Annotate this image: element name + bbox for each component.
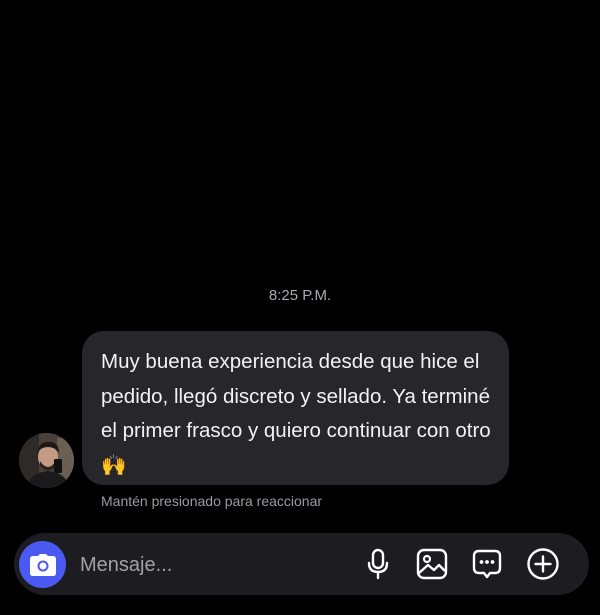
reaction-hint: Mantén presionado para reaccionar — [101, 493, 323, 509]
sticker-button[interactable] — [469, 546, 505, 582]
message-composer — [14, 533, 589, 595]
raising-hands-emoji: 🙌 — [101, 453, 127, 477]
sticker-icon — [472, 549, 502, 579]
avatar-photo — [19, 433, 74, 488]
add-button[interactable] — [525, 546, 561, 582]
add-icon — [527, 548, 559, 580]
camera-icon — [29, 553, 56, 576]
microphone-button[interactable] — [360, 546, 396, 582]
avatar[interactable] — [19, 433, 74, 488]
gallery-button[interactable] — [414, 546, 450, 582]
message-text: Muy buena experiencia desde que hice el … — [101, 350, 491, 442]
image-icon — [416, 548, 448, 580]
chat-screen: 8:25 P.M. Muy buena experiencia desde qu… — [0, 0, 600, 615]
microphone-icon — [367, 548, 389, 580]
message-input[interactable] — [78, 547, 352, 583]
camera-button[interactable] — [19, 541, 66, 588]
message-timestamp: 8:25 P.M. — [268, 287, 332, 304]
message-row: Muy buena experiencia desde que hice el … — [19, 331, 579, 488]
message-bubble[interactable]: Muy buena experiencia desde que hice el … — [82, 331, 509, 485]
